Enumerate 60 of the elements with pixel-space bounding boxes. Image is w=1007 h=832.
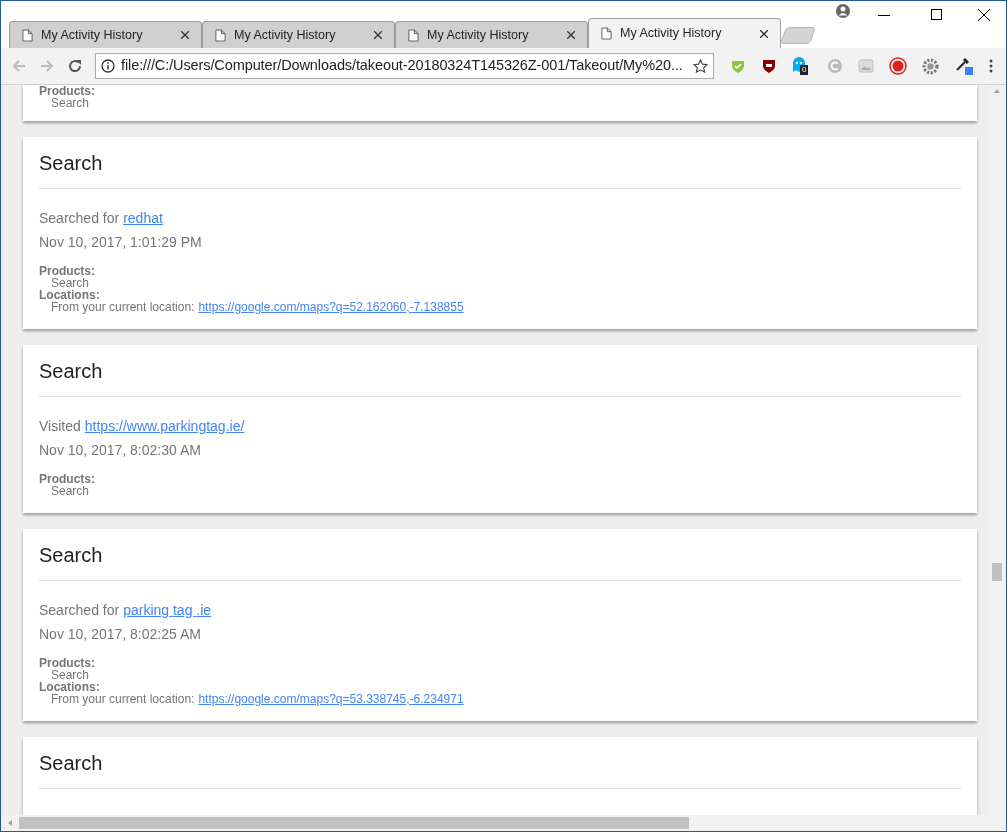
star-icon[interactable]: [693, 58, 708, 74]
action-text: Searched for: [39, 209, 120, 227]
tab-title: My Activity History: [234, 26, 337, 44]
maximize-icon[interactable]: [931, 9, 942, 20]
reload-icon[interactable]: [67, 58, 83, 74]
action-text: Visited: [39, 417, 81, 435]
info-icon: [101, 59, 115, 73]
gear-icon[interactable]: [922, 57, 939, 75]
product-text: Search: [50, 669, 91, 681]
field-label: Products:: [39, 265, 96, 277]
result-link[interactable]: parking tag .ie: [123, 601, 212, 619]
address-bar[interactable]: file:///C:/Users/Computer/Downloads/takeout-20180324T145326Z-001/Takeout/My%20...: [95, 53, 714, 79]
card-title: Search: [39, 359, 961, 397]
count-badge: 0: [800, 65, 809, 75]
close-icon[interactable]: [760, 29, 768, 38]
result-link[interactable]: https://www.parkingtag.ie/: [84, 417, 245, 435]
card-title: Search: [39, 751, 961, 789]
map-link[interactable]: https://google.com/maps?q=53.338745,-6.234971: [198, 693, 464, 705]
result-link[interactable]: redhat: [123, 209, 163, 227]
action-text: Searched for: [39, 601, 120, 619]
page-icon: [215, 28, 226, 42]
close-icon[interactable]: [181, 31, 189, 39]
browser-tab[interactable]: My Activity History: [9, 21, 202, 48]
card-title: Search: [39, 151, 961, 189]
page-icon: [408, 28, 419, 42]
browser-tab[interactable]: My Activity History: [395, 21, 588, 48]
product-text: Search: [50, 97, 91, 109]
timestamp-text: Nov 10, 2017, 8:02:30 AM: [39, 441, 202, 459]
profile-icon[interactable]: [836, 4, 850, 18]
eyedropper-icon[interactable]: [954, 56, 974, 76]
shield-check-icon[interactable]: [730, 58, 746, 74]
tab-title: My Activity History: [427, 26, 530, 44]
product-text: Search: [50, 277, 91, 289]
tab-title: My Activity History: [41, 26, 144, 44]
location-text: From your current location:: [51, 301, 195, 313]
map-link[interactable]: https://google.com/maps?q=52.162060,-7.138855: [198, 301, 464, 313]
shield-icon[interactable]: [761, 58, 777, 74]
location-text: From your current location:: [51, 693, 195, 705]
card-title: Search: [39, 543, 961, 581]
tab-title: My Activity History: [620, 25, 723, 43]
timestamp-text: Nov 10, 2017, 1:01:29 PM: [39, 233, 203, 251]
record-icon[interactable]: [889, 57, 907, 75]
field-label: Products:: [39, 657, 96, 669]
close-icon[interactable]: [374, 31, 382, 39]
timestamp-text: Nov 10, 2017, 8:02:25 AM: [39, 625, 202, 643]
horizontal-scrollbar[interactable]: [1, 815, 1006, 831]
url-text: file:///C:/Users/Computer/Downloads/takeout-20180324T145326Z-001/Takeout/My%20...: [121, 56, 684, 76]
close-icon[interactable]: [978, 9, 990, 21]
page-icon: [22, 28, 33, 42]
page-icon: [601, 27, 612, 40]
browser-tab[interactable]: My Activity History: [202, 21, 395, 48]
field-label: Locations:: [39, 681, 101, 693]
browser-tab[interactable]: My Activity History: [588, 18, 781, 48]
field-label: Products:: [39, 85, 96, 97]
minimize-icon[interactable]: [878, 15, 890, 17]
field-label: Locations:: [39, 289, 101, 301]
product-text: Search: [50, 485, 91, 497]
field-label: Products:: [39, 473, 96, 485]
menu-icon[interactable]: [989, 59, 993, 73]
close-icon[interactable]: [567, 31, 575, 39]
